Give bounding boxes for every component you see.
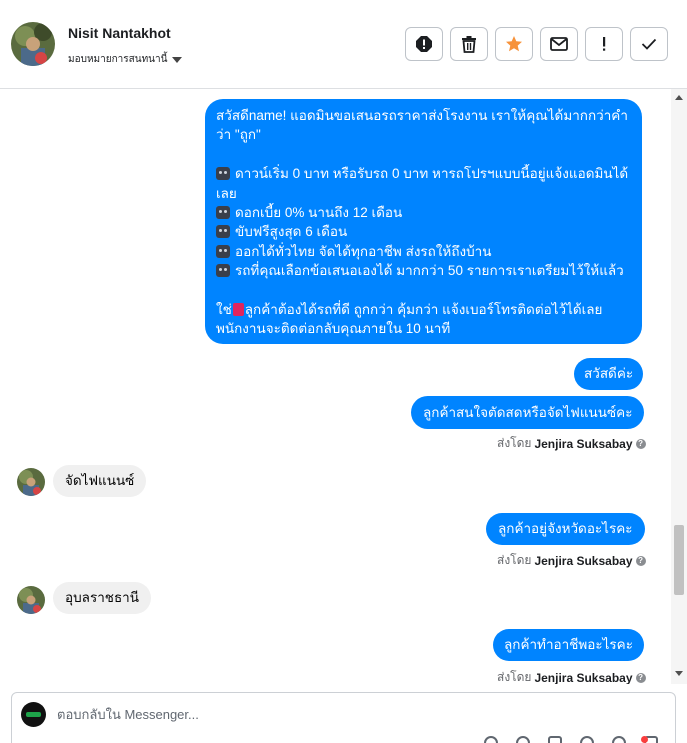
robot-emoji-icon xyxy=(216,225,230,239)
contact-photo xyxy=(11,22,55,66)
message-text-line: ใช่ ลูกค้าต้องได้รถที่ดี ถูกกว่า คุ้มกว่า… xyxy=(216,301,603,317)
exclamation-icon xyxy=(603,37,606,51)
message-bullet-line: ดาวน์เริ่ม 0 บาท หรือรับรถ 0 บาท หารถโปร… xyxy=(216,164,631,183)
agent-name[interactable]: Jenjira Suksabay xyxy=(534,554,632,568)
message-text-line: สวัสดีname! แอดมินขอเสนอรถราคาส่งโรงงาน … xyxy=(216,108,628,123)
outgoing-message: ลูกค้าอยู่จังหวัดอะไรคะ xyxy=(486,513,645,545)
message-bullet-line: ขับฟรีสูงสุด 6 เดือน xyxy=(216,222,631,241)
outgoing-message: สวัสดีค่ะ xyxy=(574,358,644,390)
reply-composer xyxy=(11,692,676,743)
help-icon[interactable]: ? xyxy=(635,438,646,449)
mark-done-button[interactable] xyxy=(630,27,668,61)
alert-octagon-icon xyxy=(416,36,432,52)
add-contact-icon[interactable] xyxy=(484,736,498,743)
robot-emoji-icon xyxy=(216,244,230,258)
follow-up-button[interactable] xyxy=(585,27,623,61)
outgoing-message: ลูกค้าสนใจตัดสดหรือจัดไฟแนนซ์คะ xyxy=(411,396,645,429)
mark-unread-button[interactable] xyxy=(540,27,578,61)
sent-by-label: ส่งโดย Jenjira Suksabay ? xyxy=(497,668,646,684)
contact-photo xyxy=(17,586,45,614)
contact-avatar[interactable] xyxy=(11,22,55,66)
payment-icon[interactable] xyxy=(612,736,626,743)
help-icon[interactable]: ? xyxy=(635,555,646,566)
notification-badge xyxy=(641,736,648,743)
conversation-actions xyxy=(405,27,668,61)
envelope-icon xyxy=(550,37,568,51)
agent-name[interactable]: Jenjira Suksabay xyxy=(534,437,632,451)
star-icon xyxy=(506,36,522,52)
saved-reply-icon[interactable] xyxy=(548,736,562,743)
delete-button[interactable] xyxy=(450,27,488,61)
message-text-line: พนักงานจะติดต่อกลับคุณภายใน 10 นาที xyxy=(216,321,451,337)
message-text-line: ว่า "ถูก" xyxy=(216,127,261,143)
help-icon[interactable]: ? xyxy=(635,672,646,683)
conversation-header: Nisit Nantakhot มอบหมายการสนทนานี้ xyxy=(0,0,687,89)
scroll-up-arrow-icon[interactable] xyxy=(675,95,683,100)
robot-emoji-icon xyxy=(216,264,230,278)
message-text-line: เลย xyxy=(216,185,237,201)
composer-tools xyxy=(484,736,658,743)
heart-emoji-icon xyxy=(232,302,244,316)
contact-avatar-small[interactable] xyxy=(17,586,45,614)
incoming-message: จัดไฟแนนซ์ xyxy=(53,465,147,497)
outgoing-message: ลูกค้าทำอาชีพอะไรคะ xyxy=(493,629,644,661)
assign-label: มอบหมายการสนทนานี้ xyxy=(68,54,168,65)
scroll-down-arrow-icon[interactable] xyxy=(675,671,683,676)
incoming-message: อุบลราชธานี xyxy=(53,582,151,614)
robot-emoji-icon xyxy=(216,167,230,181)
reply-input[interactable] xyxy=(57,707,617,722)
check-icon xyxy=(641,38,657,50)
contact-photo xyxy=(17,468,45,496)
page-avatar xyxy=(21,702,46,727)
emoji-icon[interactable] xyxy=(580,736,594,743)
spam-button[interactable] xyxy=(405,27,443,61)
attachment-icon[interactable] xyxy=(516,736,530,743)
thread-scrollbar[interactable] xyxy=(671,89,687,684)
message-bullet-line: ดอกเบี้ย 0% นานถึง 12 เดือน xyxy=(216,203,631,222)
scrollbar-thumb[interactable] xyxy=(674,525,684,595)
sent-by-label: ส่งโดย Jenjira Suksabay ? xyxy=(497,551,646,570)
sent-by-label: ส่งโดย Jenjira Suksabay ? xyxy=(497,434,646,453)
message-thread[interactable]: สวัสดีname! แอดมินขอเสนอรถราคาส่งโรงงาน … xyxy=(0,89,687,684)
outgoing-message: สวัสดีname! แอดมินขอเสนอรถราคาส่งโรงงาน … xyxy=(205,99,642,344)
contact-name[interactable]: Nisit Nantakhot xyxy=(68,25,171,41)
agent-name[interactable]: Jenjira Suksabay xyxy=(534,671,632,685)
message-bullet-line: ออกได้ทั่วไทย จัดได้ทุกอาชีพ ส่งรถให้ถึง… xyxy=(216,242,631,261)
robot-emoji-icon xyxy=(216,205,230,219)
message-bullet-line: รถที่คุณเลือกข้อเสนอเองได้ มากกว่า 50 รา… xyxy=(216,261,631,280)
trash-icon xyxy=(462,36,476,53)
caret-down-icon xyxy=(172,56,183,63)
star-button[interactable] xyxy=(495,27,533,61)
contact-avatar-small[interactable] xyxy=(17,468,45,496)
assign-conversation-dropdown[interactable]: มอบหมายการสนทนานี้ xyxy=(68,52,183,67)
